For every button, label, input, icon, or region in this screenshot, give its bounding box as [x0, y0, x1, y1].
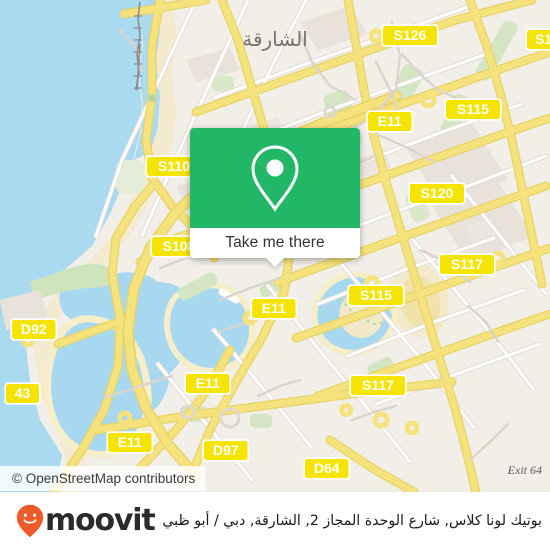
road-shield-label: S115	[457, 101, 489, 117]
moovit-pin-smile-icon	[16, 504, 44, 538]
road-shield-label: D97	[213, 442, 239, 458]
road-shield: D97	[202, 439, 250, 462]
road-shield: E11	[250, 297, 298, 320]
location-pin-icon	[251, 145, 299, 212]
moovit-logo[interactable]: moovit	[0, 503, 156, 538]
road-shield-label: S115	[360, 287, 392, 303]
road-shield: S117	[438, 253, 496, 276]
road-shield-label: S120	[421, 185, 454, 201]
road-shield-label: D92	[21, 321, 47, 337]
road-shield-label: S117	[362, 377, 394, 393]
road-shield: S120	[408, 182, 466, 205]
road-shield: D64	[303, 457, 351, 480]
place-address-label: بوتيك لونا كلاس, شارع الوحدة المجاز 2, ا…	[162, 512, 542, 529]
osm-attribution[interactable]: © OpenStreetMap contributors	[0, 466, 206, 491]
road-shield-label: S126	[394, 27, 427, 43]
road-shield-label: S117	[451, 256, 483, 272]
road-shield: S117	[349, 374, 407, 397]
place-callout-card[interactable]: Take me there	[190, 128, 360, 267]
moovit-wordmark: moovit	[45, 503, 156, 538]
road-shield-label: E11	[378, 113, 402, 129]
road-shield: S126	[381, 24, 439, 47]
road-shield: E11	[184, 372, 232, 395]
footer-bar: moovit بوتيك لونا كلاس, شارع الوحدة المج…	[0, 492, 550, 550]
road-shield-label: D64	[314, 460, 340, 476]
road-shield-label: S1	[535, 31, 550, 47]
road-shield-label: E11	[196, 375, 220, 391]
road-shield: E11	[106, 431, 154, 454]
take-me-there-button[interactable]: Take me there	[190, 228, 360, 258]
road-shield: D92	[10, 318, 58, 341]
road-shield: E11	[366, 110, 414, 133]
road-shield: S115	[347, 284, 405, 307]
callout-image-area	[190, 128, 360, 228]
road-shield-label: E11	[118, 434, 142, 450]
road-shield-label: S110	[158, 158, 190, 174]
road-shield-label: E11	[262, 300, 286, 316]
road-shield: S115	[444, 98, 502, 121]
map-screenshot: .rdM { stroke:#f6e27c; stroke-linecap:ro…	[0, 0, 550, 550]
road-shield: 43	[4, 382, 41, 405]
exit-label: Exit 64	[507, 463, 542, 477]
road-shield-label: 43	[15, 385, 31, 401]
city-label: الشارقة	[242, 27, 308, 51]
callout-pointer	[266, 258, 284, 267]
road-shield: S1	[525, 28, 550, 51]
